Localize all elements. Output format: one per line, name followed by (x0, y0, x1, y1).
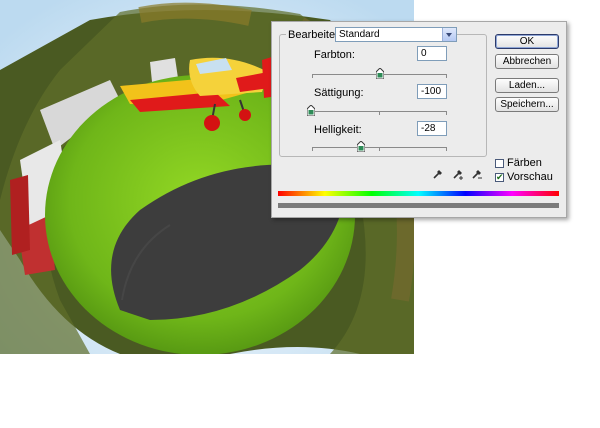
faerben-checkbox[interactable] (495, 159, 504, 168)
checkmark-icon: ✔ (496, 172, 504, 182)
speichern-button[interactable]: Speichern... (495, 97, 559, 112)
helligkeit-label: Helligkeit: (314, 124, 362, 136)
bearbeiten-value: Standard (339, 29, 380, 40)
chevron-down-icon[interactable] (442, 28, 456, 41)
helligkeit-input[interactable]: -28 (417, 121, 447, 136)
farbton-tick-left (312, 75, 313, 78)
abbrechen-button[interactable]: Abbrechen (495, 54, 559, 69)
eyedropper-icon[interactable] (432, 168, 444, 180)
saettigung-tick-mid (379, 112, 380, 115)
faerben-label: Färben (507, 157, 542, 169)
farbton-slider-thumb[interactable] (376, 68, 384, 79)
saettigung-slider-thumb[interactable] (307, 105, 315, 116)
eyedropper-minus-icon[interactable] (471, 168, 483, 180)
laden-button[interactable]: Laden... (495, 78, 559, 93)
hue-saturation-dialog: Bearbeiten: Standard Farbton: 0 Sättigun… (271, 21, 567, 218)
vorschau-label: Vorschau (507, 171, 553, 183)
saettigung-label: Sättigung: (314, 87, 364, 99)
saettigung-input[interactable]: -100 (417, 84, 447, 99)
saettigung-tick-right (446, 112, 447, 115)
color-spectrum-bar (278, 191, 559, 196)
eyedropper-plus-icon[interactable] (452, 168, 464, 180)
bearbeiten-select[interactable]: Standard (335, 27, 457, 42)
helligkeit-tick-left (312, 148, 313, 151)
vorschau-checkbox[interactable]: ✔ (495, 172, 504, 182)
farbton-label: Farbton: (314, 49, 355, 61)
ok-button[interactable]: OK (495, 34, 559, 49)
helligkeit-tick-right (446, 148, 447, 151)
adjusted-spectrum-bar (278, 203, 559, 208)
helligkeit-tick-mid (379, 148, 380, 151)
farbton-input[interactable]: 0 (417, 46, 447, 61)
helligkeit-slider-thumb[interactable] (357, 141, 365, 152)
farbton-tick-right (446, 75, 447, 78)
adjustment-group (279, 34, 487, 157)
